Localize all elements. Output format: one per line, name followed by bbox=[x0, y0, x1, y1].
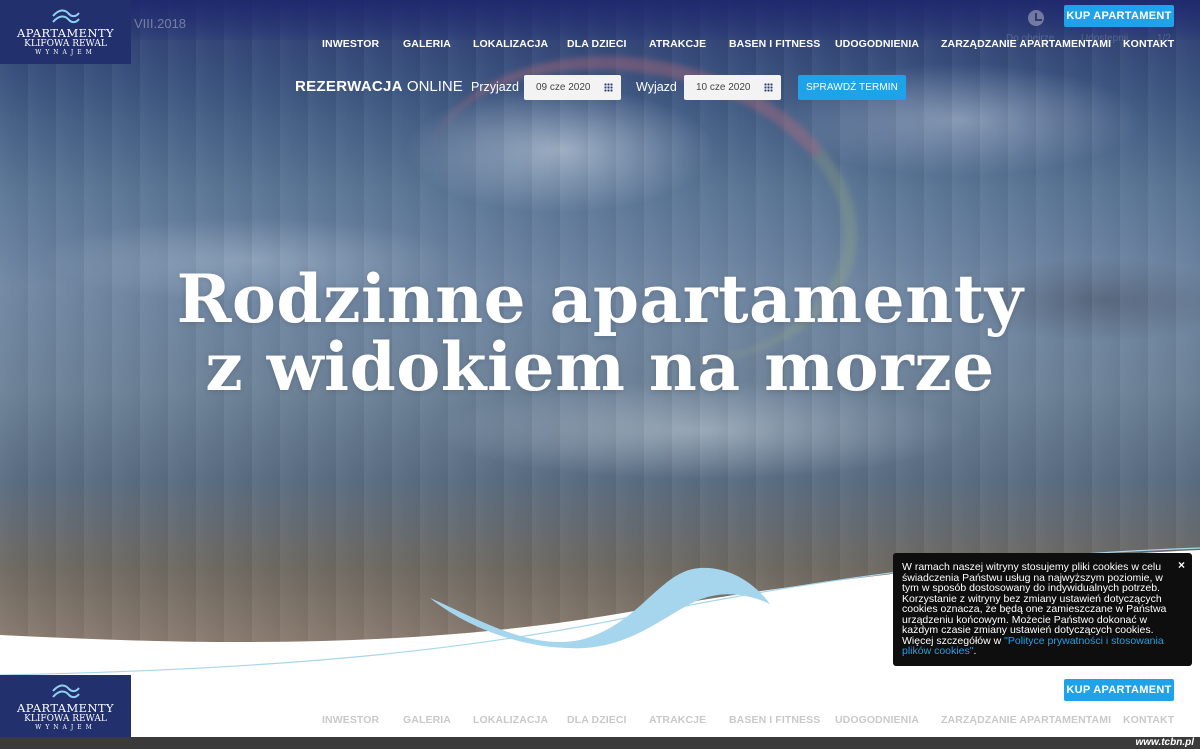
credit-link[interactable]: www.tcbn.pl bbox=[1135, 737, 1194, 749]
nav-item-for-kids[interactable]: DLA DZIECI bbox=[567, 714, 649, 726]
hero-headline-line-2: z widokiem na morze bbox=[205, 328, 995, 406]
nav-item-investor[interactable]: INWESTOR bbox=[322, 38, 403, 50]
logo-line-3: WYNAJEM bbox=[35, 49, 96, 56]
main-nav: INWESTOR GALERIA LOKALIZACJA DLA DZIECI … bbox=[322, 38, 1174, 50]
nav-item-location[interactable]: LOKALIZACJA bbox=[473, 714, 567, 726]
departure-label: Wyjazd bbox=[636, 80, 677, 94]
booking-title-light: ONLINE bbox=[406, 78, 463, 95]
nav-item-attractions[interactable]: ATRAKCJE bbox=[649, 714, 729, 726]
sticky-buy-apartment-button[interactable]: KUP APARTAMENT bbox=[1064, 679, 1174, 701]
booking-title: REZERWACJA ONLINE bbox=[295, 78, 463, 95]
nav-item-contact[interactable]: KONTAKT bbox=[1123, 714, 1174, 726]
arrival-date-value: 09 cze 2020 bbox=[536, 82, 591, 93]
logo-line-1: APARTAMENTY bbox=[17, 26, 114, 40]
cookie-notice: W ramach naszej witryny stosujemy pliki … bbox=[893, 553, 1192, 666]
nav-item-for-kids[interactable]: DLA DZIECI bbox=[567, 38, 649, 50]
logo-wave-icon bbox=[51, 684, 80, 699]
departure-date-value: 10 cze 2020 bbox=[696, 82, 751, 93]
booking-title-bold: REZERWACJA bbox=[295, 78, 403, 95]
buy-apartment-button[interactable]: KUP APARTAMENT bbox=[1064, 5, 1174, 27]
logo-line-2: KLIFOWA REWAL bbox=[24, 714, 107, 724]
calendar-icon[interactable] bbox=[604, 83, 613, 92]
nav-item-investor[interactable]: INWESTOR bbox=[322, 714, 403, 726]
close-icon[interactable]: × bbox=[1178, 559, 1185, 571]
logo-line-1: APARTAMENTY bbox=[17, 701, 114, 715]
hero-headline: Rodzinne apartamenty z widokiem na morze bbox=[0, 265, 1200, 401]
logo-wave-icon bbox=[51, 9, 80, 24]
nav-item-amenities[interactable]: UDOGODNIENIA bbox=[835, 38, 941, 50]
date-ghost-text: VIII.2018 bbox=[134, 16, 187, 31]
sticky-logo[interactable]: APARTAMENTY KLIFOWA REWAL WYNAJEM bbox=[0, 675, 131, 739]
arrival-date-field[interactable]: 09 cze 2020 bbox=[524, 75, 621, 100]
nav-item-pool-fitness[interactable]: BASEN I FITNESS bbox=[729, 38, 835, 50]
nav-item-management[interactable]: ZARZĄDZANIE APARTAMENTAMI bbox=[941, 714, 1123, 726]
hero-headline-line-1: Rodzinne apartamenty bbox=[176, 260, 1024, 338]
nav-item-amenities[interactable]: UDOGODNIENIA bbox=[835, 714, 941, 726]
logo-line-2: KLIFOWA REWAL bbox=[24, 39, 107, 49]
nav-item-location[interactable]: LOKALIZACJA bbox=[473, 38, 567, 50]
nav-item-gallery[interactable]: GALERIA bbox=[403, 714, 473, 726]
nav-item-pool-fitness[interactable]: BASEN I FITNESS bbox=[729, 714, 835, 726]
footer-strip: www.tcbn.pl bbox=[0, 737, 1200, 749]
clock-icon bbox=[1028, 10, 1044, 26]
calendar-icon[interactable] bbox=[764, 83, 773, 92]
cookie-text-tail: . bbox=[973, 645, 977, 657]
logo[interactable]: APARTAMENTY KLIFOWA REWAL WYNAJEM bbox=[0, 0, 131, 64]
logo-line-3: WYNAJEM bbox=[35, 724, 96, 731]
departure-date-field[interactable]: 10 cze 2020 bbox=[684, 75, 781, 100]
nav-item-attractions[interactable]: ATRAKCJE bbox=[649, 38, 729, 50]
check-availability-button[interactable]: SPRAWDŹ TERMIN bbox=[798, 75, 906, 100]
arrival-label: Przyjazd bbox=[471, 80, 519, 94]
nav-item-management[interactable]: ZARZĄDZANIE APARTAMENTAMI bbox=[941, 38, 1123, 50]
cookie-notice-text: W ramach naszej witryny stosujemy pliki … bbox=[902, 562, 1182, 657]
sticky-nav: INWESTOR GALERIA LOKALIZACJA DLA DZIECI … bbox=[322, 714, 1174, 726]
nav-item-gallery[interactable]: GALERIA bbox=[403, 38, 473, 50]
nav-item-contact[interactable]: KONTAKT bbox=[1123, 38, 1174, 50]
